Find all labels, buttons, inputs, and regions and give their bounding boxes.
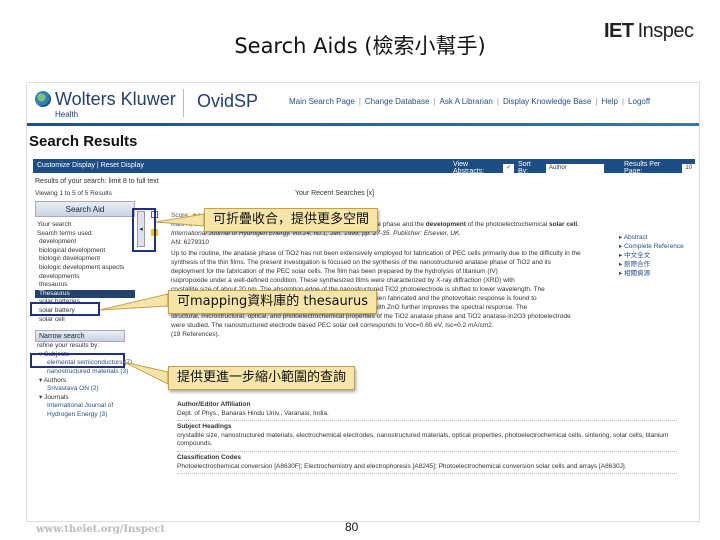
callout-collapse: 可折疊收合，提供更多空間 <box>204 208 379 232</box>
thesaurus-highlight-box <box>30 302 100 316</box>
abstract-line: were studied. The nanostructured electro… <box>171 322 494 329</box>
nav-logoff[interactable]: Logoff <box>624 97 654 106</box>
collapse-highlight-box <box>132 208 156 252</box>
view-abstracts-label: View Abstracts: <box>453 161 485 175</box>
ill-link[interactable]: ▸ 館際合作 <box>619 260 684 269</box>
record-title-mid: of the photoelectrochemical <box>467 221 548 228</box>
search-aid-header[interactable]: Search Aid <box>35 201 135 217</box>
headings-label: Subject Headings <box>177 423 232 431</box>
refine-label: refine your results by: <box>37 342 100 350</box>
nav-help[interactable]: Help <box>598 97 622 106</box>
company-name: Wolters Kluwer <box>55 89 176 109</box>
record-title-hl1: development <box>425 221 466 228</box>
brand-rule <box>27 123 699 126</box>
facet-subject[interactable]: nanostructured materials (3) <box>47 368 135 377</box>
affiliation-value: Dept. of Phys., Banaras Hindu Univ., Var… <box>177 409 329 417</box>
thesaurus-link[interactable]: Thesaurus <box>35 289 135 299</box>
results-summary: Results of your search: limit 8 to full … <box>35 178 159 185</box>
nav-change-database[interactable]: Change Database <box>361 97 434 106</box>
callout-narrow: 提供更進一步縮小範圍的查詢 <box>168 366 356 390</box>
results-per-page-label: Results Per Page: <box>623 161 661 175</box>
iet-inspec-logo: IET Inspec <box>604 20 694 43</box>
abstract-line: (19 References). <box>171 331 220 338</box>
journals-label: Journals <box>44 393 69 401</box>
affiliation-label: Author/Editor Affiliation <box>177 401 251 408</box>
search-terms-label: Search terms used: <box>37 229 94 237</box>
nav-ask-librarian[interactable]: Ask A Librarian <box>435 97 496 106</box>
nav-knowledge-base[interactable]: Display Knowledge Base <box>499 97 596 106</box>
sort-by-label: Sort By: <box>518 161 531 175</box>
abstract-link[interactable]: ▸ Abstract <box>619 233 684 242</box>
narrow-search-header[interactable]: Narrow search <box>35 330 125 343</box>
customize-display-link[interactable]: Customize Display | Reset Display <box>37 162 144 169</box>
nav-main-search[interactable]: Main Search Page <box>285 97 359 106</box>
abstract-line: isopropoxide under a well-defined condit… <box>171 277 515 284</box>
page-number: 80 <box>345 520 359 534</box>
sort-by-select[interactable]: Author <box>545 163 604 173</box>
abstract-line: deployment for the fabrication of the PE… <box>171 268 498 275</box>
your-search-label: Your search <box>37 221 72 228</box>
journals-facet-toggle[interactable]: ▾ Journals <box>39 394 135 403</box>
record-an: AN: 6279310 <box>171 239 209 246</box>
search-term[interactable]: biological development <box>39 247 135 256</box>
search-term[interactable]: biologic development <box>39 255 135 264</box>
narrow-highlight-box <box>30 353 125 368</box>
record-title-hl2: solar cell <box>548 221 578 228</box>
brand-bar: Wolters Kluwer Health OvidSP Main Search… <box>27 83 699 123</box>
complete-reference-link[interactable]: ▸ Complete Reference <box>619 242 684 251</box>
facet-journal[interactable]: International Journal of Hydrogen Energy… <box>47 402 135 419</box>
results-per-page-select[interactable]: 10 <box>682 163 695 173</box>
authors-label: Authors <box>43 376 67 384</box>
abstract-line: synthesis of the thin films. The present… <box>171 259 551 266</box>
brand-divider <box>183 89 184 117</box>
toolbar-controls: View Abstracts: ✓ Sort By: Author Result… <box>453 161 695 175</box>
record-links: ▸ Abstract ▸ Complete Reference ▸ 中文全文 ▸… <box>619 233 684 278</box>
search-term[interactable]: biologic development aspects <box>39 264 135 273</box>
search-term[interactable]: development <box>39 238 135 247</box>
search-term[interactable]: solar cell <box>39 316 135 325</box>
record-metadata: Author/Editor Affiliation Dept. of Phys.… <box>177 399 677 475</box>
wolters-kluwer-globe-icon <box>35 91 51 107</box>
division-name: Health <box>55 110 79 119</box>
view-abstracts-checkbox[interactable]: ✓ <box>502 163 514 173</box>
classification-section: Classification Codes Photoelectrochemica… <box>177 453 677 475</box>
iet-logo-text: IET <box>604 20 634 42</box>
abstract-line: Up to the routine, the anatase phase of … <box>171 250 581 257</box>
headings-section: Subject Headings crystallite size, nanos… <box>177 423 677 452</box>
facet-author[interactable]: Srivastava ON (2) <box>47 385 135 394</box>
top-nav: Main Search Page | Change Database | Ask A… <box>285 97 654 106</box>
footer-url: www.theiet.org/Inspect <box>36 524 166 535</box>
classification-label: Classification Codes <box>177 453 241 461</box>
headings-value: crystallite size, nanostructured materia… <box>177 431 669 448</box>
classification-value: Photoelectrochemical conversion [A8630F]… <box>177 462 627 470</box>
recent-searches-link[interactable]: Your Recent Searches [x] <box>295 190 374 197</box>
page-heading: Search Results <box>29 133 138 150</box>
viewing-count: Viewing 1 to 5 of 5 Results <box>35 190 112 197</box>
related-resources-link[interactable]: ▸ 相關資源 <box>619 269 684 278</box>
product-name: OvidSP <box>197 91 259 111</box>
search-term[interactable]: developments <box>39 273 135 282</box>
full-text-link[interactable]: ▸ 中文全文 <box>619 251 684 260</box>
inspec-logo-text: Inspec <box>637 20 694 42</box>
score-label: Score: <box>171 212 190 219</box>
affiliation-section: Author/Editor Affiliation Dept. of Phys.… <box>177 401 677 422</box>
callout-thesaurus: 可mapping資料庫的 thesaurus <box>168 290 378 314</box>
results-toolbar: Customize Display | Reset Display View A… <box>33 159 695 175</box>
authors-facet-toggle[interactable]: ▾ Authors <box>39 377 135 386</box>
search-term[interactable]: thesaurus <box>39 281 135 290</box>
